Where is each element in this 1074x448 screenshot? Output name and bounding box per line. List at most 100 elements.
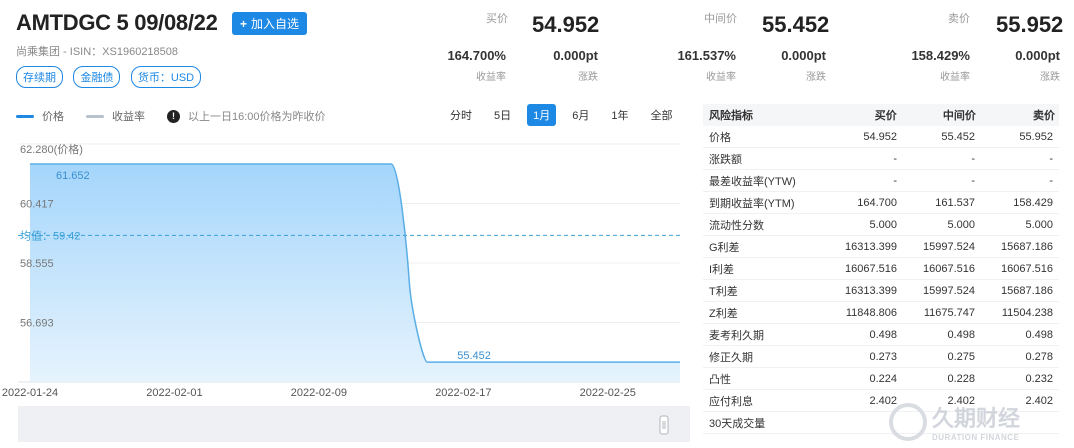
range-selector: 分时 5日 1月 6月 1年 全部 (444, 104, 689, 126)
mid-value: - (971, 174, 975, 187)
range-5d[interactable]: 5日 (488, 104, 517, 126)
mid-value: 15997.524 (923, 240, 975, 253)
y-tick-label: 62.280(价格) (20, 142, 83, 156)
bid-value: - (893, 152, 897, 165)
metric-name: 修正久期 (709, 351, 753, 364)
ask-value: 0.498 (1025, 328, 1053, 341)
mid-value: 55.452 (941, 130, 975, 143)
chart-navigator[interactable] (18, 406, 690, 442)
mid-value: 16067.516 (923, 262, 975, 275)
table-row: 最差收益率(YTW) - - - (703, 170, 1059, 192)
mid-value: 5.000 (947, 218, 975, 231)
range-1m[interactable]: 1月 (527, 104, 557, 126)
range-intraday[interactable]: 分时 (444, 104, 478, 126)
prev-close-note: ! 以上一日16:00价格为昨收价 (167, 108, 326, 124)
mid-change: 0.000pt (781, 48, 826, 63)
watermark-logo-icon (889, 403, 927, 441)
watermark-cn: 久期财经 (932, 406, 1020, 432)
bid-value: 0.498 (869, 328, 897, 341)
average-label: 均值：59.42 (20, 229, 81, 242)
legend-price-label: 价格 (42, 111, 64, 123)
table-row: Z利差 11848.806 11675.747 11504.238 (703, 302, 1059, 324)
ask-price: 55.952 (996, 12, 1064, 37)
x-tick-label: 2022-02-01 (146, 387, 202, 399)
legend-price[interactable]: 价格 (16, 108, 64, 124)
mid-value: 11675.747 (923, 306, 975, 319)
range-1y[interactable]: 1年 (605, 104, 634, 126)
mid-value: 15997.524 (923, 284, 975, 297)
metric-name: 价格 (709, 131, 731, 144)
ask-value: 16067.516 (1001, 262, 1053, 275)
chart-legend: 价格 收益率 ! 以上一日16:00价格为昨收价 (16, 108, 348, 124)
table-row: 麦考利久期 0.498 0.498 0.498 (703, 324, 1059, 346)
mid-value: - (971, 152, 975, 165)
table-row: 凸性 0.224 0.228 0.232 (703, 368, 1059, 390)
bid-value: 5.000 (869, 218, 897, 231)
ask-value: 15687.186 (1001, 240, 1053, 253)
tag-category[interactable]: 金融债 (73, 66, 121, 88)
tag-currency[interactable]: 货币：USD (130, 66, 202, 88)
mid-value: 0.228 (947, 372, 975, 385)
metric-name: 30天成交量 (709, 417, 766, 430)
bond-tags: 存续期 金融债 货币：USD (16, 66, 436, 88)
table-header: 风险指标 买价 中间价 卖价 (703, 104, 1059, 126)
metric-name: 到期收益率(YTM) (709, 197, 795, 210)
table-row: 修正久期 0.273 0.275 0.278 (703, 346, 1059, 368)
mid-yield-label: 收益率 (706, 72, 736, 83)
header-metric: 风险指标 (709, 110, 753, 122)
legend-yield-label: 收益率 (112, 111, 145, 123)
table-row: G利差 16313.399 15997.524 15687.186 (703, 236, 1059, 258)
mid-value: 0.498 (947, 328, 975, 341)
y-tick-label: 58.555 (20, 258, 54, 270)
range-all[interactable]: 全部 (645, 104, 679, 126)
ask-value: 5.000 (1025, 218, 1053, 231)
ask-value: - (1049, 152, 1053, 165)
x-tick-label: 2022-02-09 (291, 387, 347, 399)
prev-close-note-text: 以上一日16:00价格为昨收价 (188, 111, 326, 123)
metric-name: 流动性分数 (709, 219, 764, 232)
mid-value: 161.537 (935, 196, 975, 209)
ask-value: 11504.238 (1001, 306, 1053, 319)
bid-label: 买价 (486, 13, 508, 25)
table-row: I利差 16067.516 16067.516 16067.516 (703, 258, 1059, 280)
navigator-handle[interactable] (659, 415, 669, 435)
mid-yield: 161.537% (677, 48, 736, 63)
ask-value: 0.232 (1025, 372, 1053, 385)
bid-value: 54.952 (863, 130, 897, 143)
ask-value: 15687.186 (1001, 284, 1053, 297)
ask-value: 158.429 (1013, 196, 1053, 209)
info-icon: ! (167, 109, 180, 123)
bid-yield: 164.700% (447, 48, 506, 63)
ask-yield: 158.429% (911, 48, 970, 63)
duration-finance-watermark: 久期财经 DURATION FINANCE (889, 403, 1020, 442)
tag-status[interactable]: 存续期 (16, 66, 63, 88)
range-6m[interactable]: 6月 (566, 104, 595, 126)
mid-price: 55.452 (762, 12, 830, 37)
header-bid: 买价 (874, 110, 897, 122)
add-to-watchlist-label: 加入自选 (251, 16, 300, 31)
x-tick-label: 2022-02-25 (580, 387, 636, 399)
y-tick-label: 60.417 (20, 199, 54, 211)
table-row: 价格 54.952 55.452 55.952 (703, 126, 1059, 148)
ask-value: 0.278 (1025, 350, 1053, 363)
legend-yield[interactable]: 收益率 (86, 108, 145, 124)
ask-change: 0.000pt (1015, 48, 1060, 63)
bid-value: 16313.399 (845, 284, 897, 297)
risk-metrics-table: 风险指标 买价 中间价 卖价 价格 54.952 55.452 55.952 涨跌额 - -… (703, 104, 1059, 434)
table-body: 价格 54.952 55.452 55.952 涨跌额 - - - 最差收益率(YTW) - - - 到… (703, 126, 1059, 434)
bid-value: 164.700 (857, 196, 897, 209)
plus-icon: + (240, 16, 248, 31)
add-to-watchlist-button[interactable]: + 加入自选 (232, 11, 308, 35)
metric-name: 麦考利久期 (709, 329, 764, 342)
metric-name: G利差 (709, 241, 740, 254)
x-tick-label: 2022-01-24 (2, 387, 58, 399)
bid-value: 16313.399 (845, 240, 897, 253)
y-tick-label: 56.693 (20, 317, 54, 329)
ask-yield-label: 收益率 (940, 72, 970, 83)
legend-price-swatch (16, 114, 34, 118)
bond-header: AMTDGC 5 09/08/22 + 加入自选 尚乘集团 - ISIN：XS19… (16, 10, 436, 88)
legend-yield-swatch (86, 114, 104, 118)
header-mid: 中间价 (942, 110, 976, 122)
price-chart[interactable]: 62.280(价格) 60.417 58.555 56.693 2022-01-24 2… (0, 132, 692, 448)
bond-title: AMTDGC 5 09/08/22 (16, 10, 218, 35)
